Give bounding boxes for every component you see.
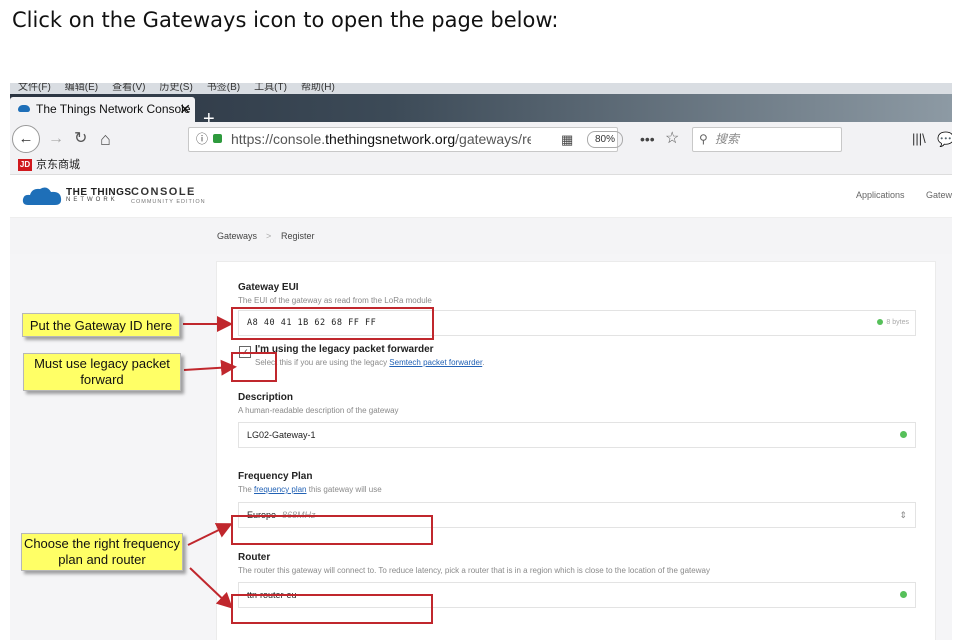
arrow-to-router [189, 567, 233, 609]
note-frequency: Choose the right frequency plan and rout… [21, 533, 183, 571]
note-legacy: Must use legacy packet forward [23, 353, 181, 391]
arrow-to-frequency [187, 523, 233, 546]
note-gateway-id: Put the Gateway ID here [22, 313, 180, 337]
arrow-to-legacy [183, 359, 237, 376]
